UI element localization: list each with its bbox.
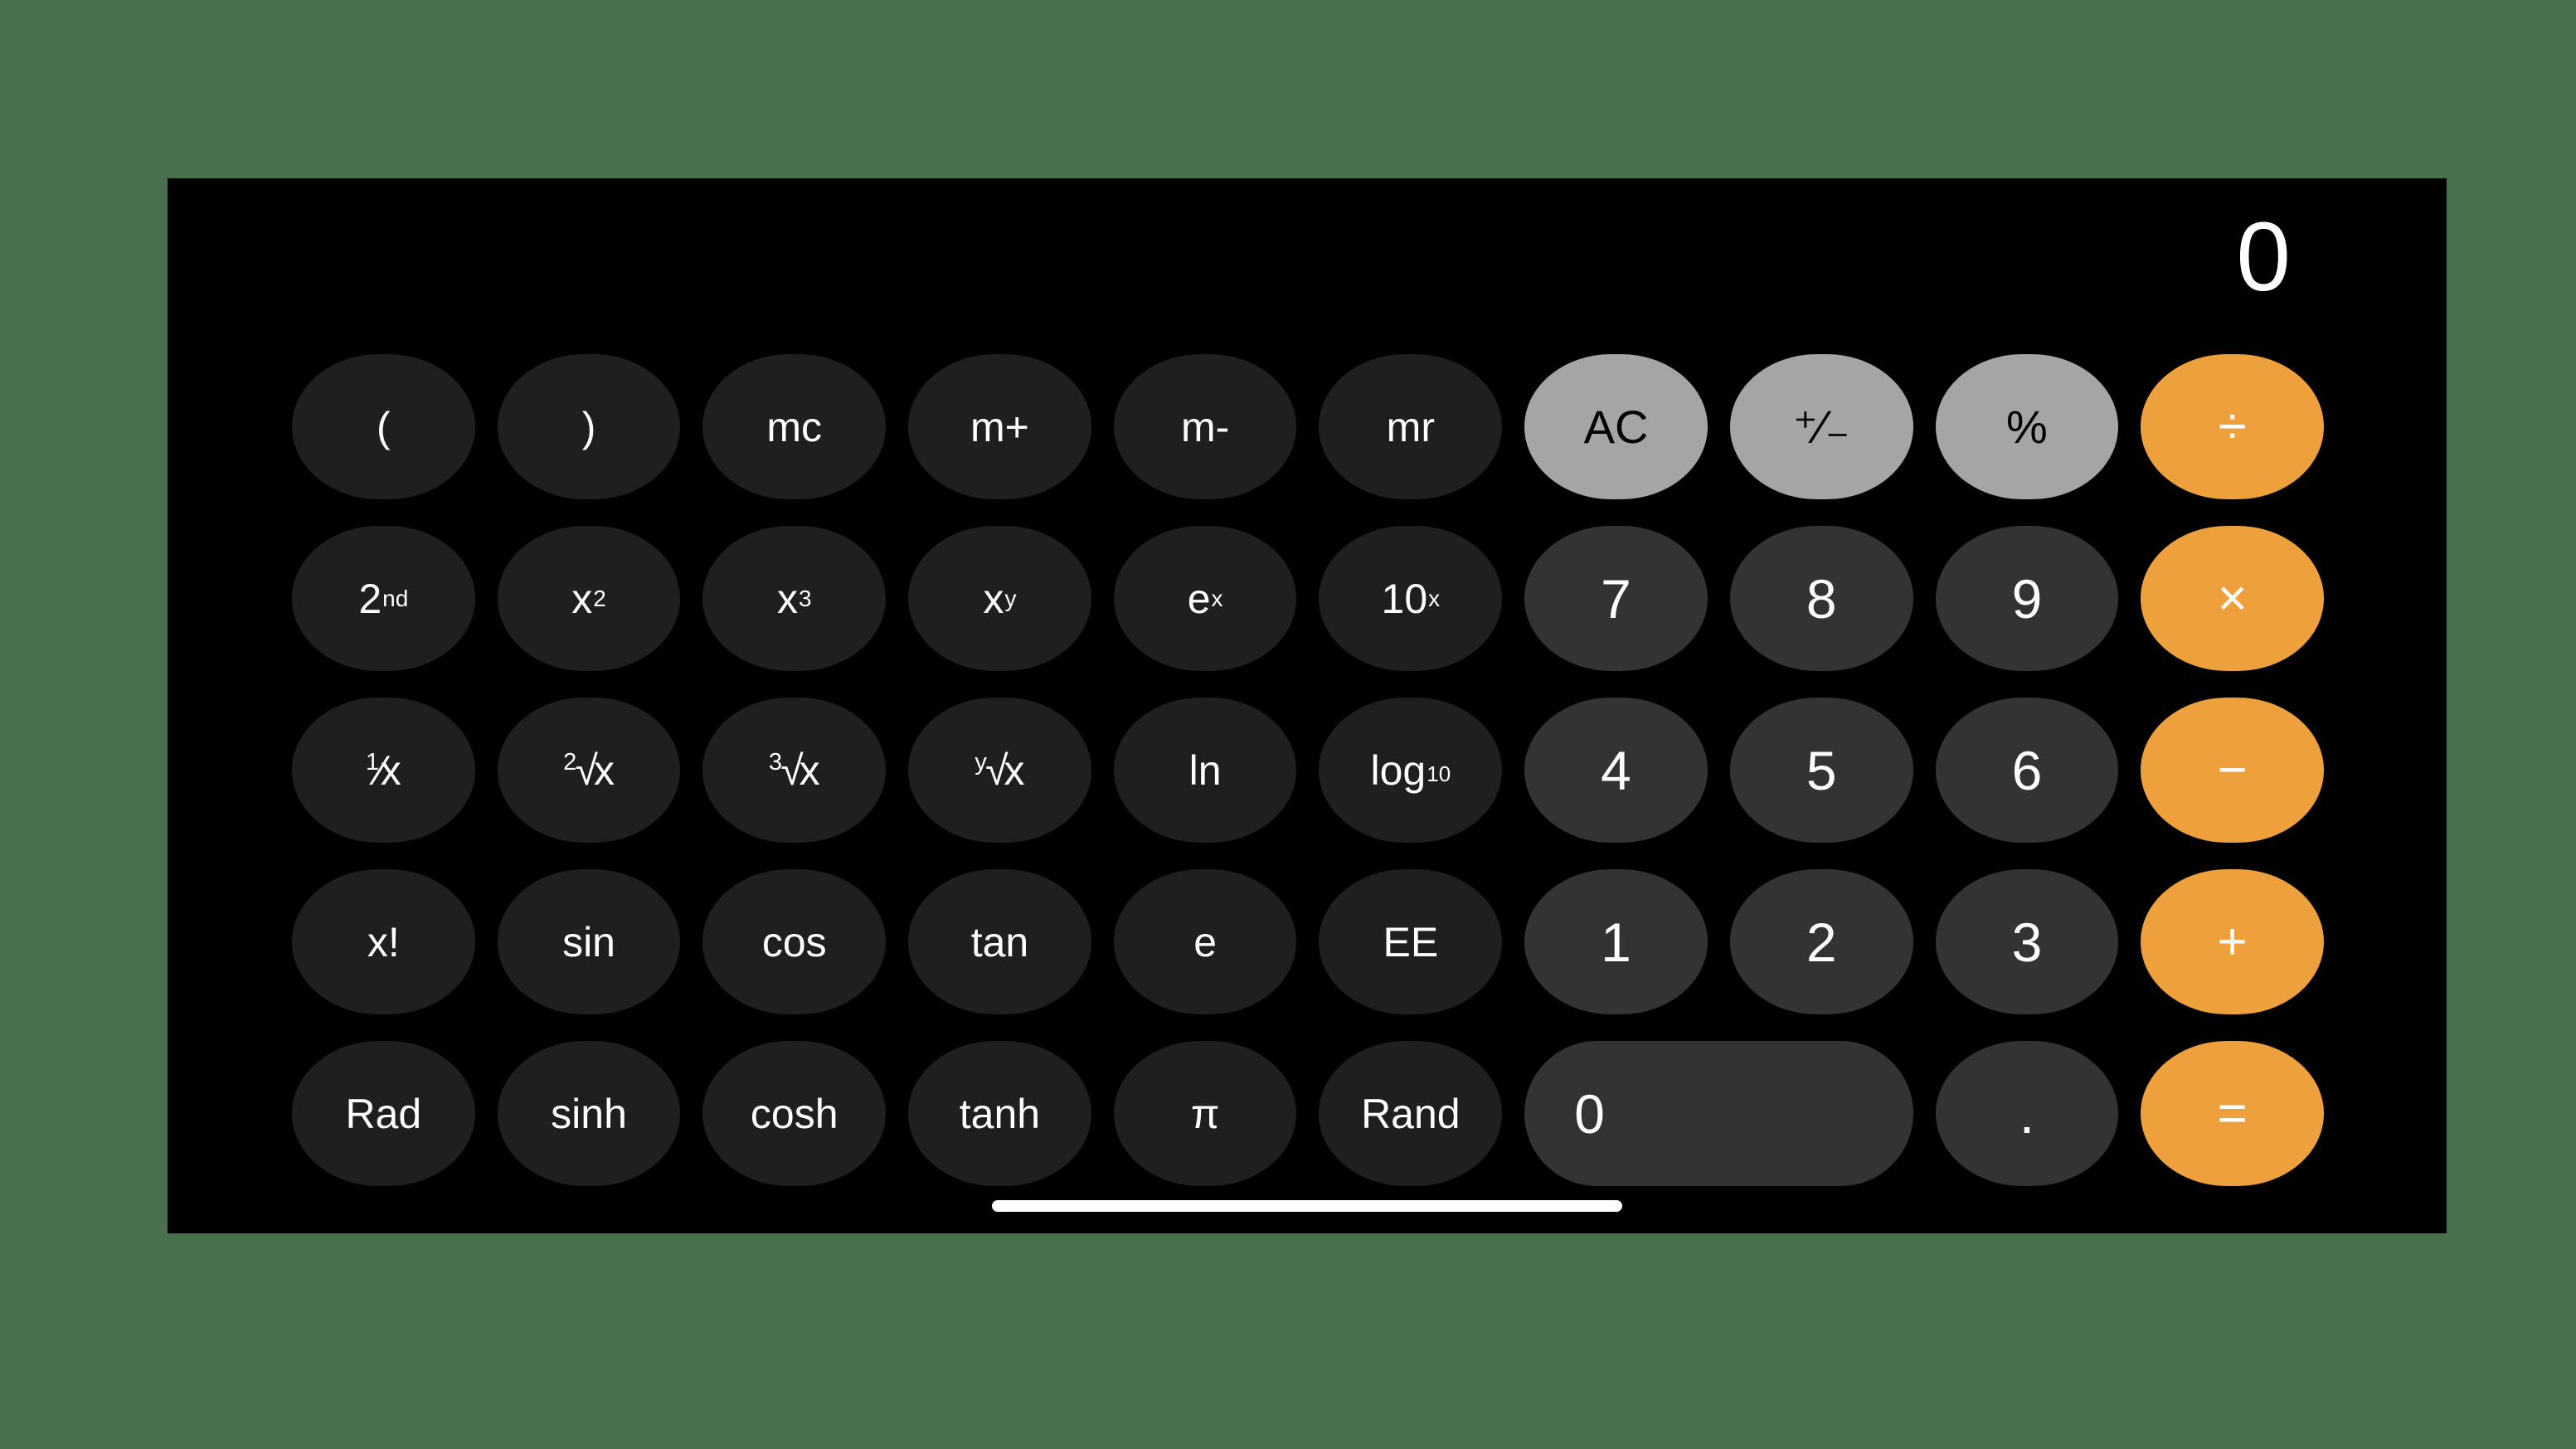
- hyperbolic-cosine-key[interactable]: cosh: [702, 1041, 887, 1186]
- calculator-display[interactable]: 0: [168, 178, 2447, 336]
- home-indicator[interactable]: [992, 1200, 1622, 1212]
- display-value: 0: [2236, 202, 2291, 312]
- ten-to-power-x-key[interactable]: 10 x: [1319, 526, 1503, 671]
- second-function-key[interactable]: 2nd: [292, 526, 475, 671]
- digit-2-key[interactable]: 2: [1729, 869, 1913, 1014]
- all-clear-key[interactable]: AC: [1524, 354, 1708, 499]
- euler-constant-key[interactable]: e: [1113, 869, 1297, 1014]
- subtract-key[interactable]: −: [2141, 698, 2324, 843]
- factorial-key[interactable]: x!: [292, 869, 475, 1014]
- equals-key[interactable]: =: [2141, 1041, 2324, 1186]
- square-root-key[interactable]: 2 √ x: [497, 698, 681, 843]
- cube-root-key[interactable]: 3 √ x: [702, 698, 887, 843]
- random-key[interactable]: Rand: [1319, 1041, 1503, 1186]
- memory-subtract-key[interactable]: m-: [1113, 354, 1297, 499]
- memory-clear-key[interactable]: mc: [702, 354, 887, 499]
- decimal-point-key[interactable]: .: [1935, 1041, 2119, 1186]
- hyperbolic-tangent-key[interactable]: tanh: [908, 1041, 1091, 1186]
- x-squared-key[interactable]: x2: [497, 526, 681, 671]
- reciprocal-key[interactable]: 1 ⁄ x: [292, 698, 475, 843]
- pi-key[interactable]: π: [1113, 1041, 1297, 1186]
- digit-7-key[interactable]: 7: [1524, 526, 1708, 671]
- plus-minus-key[interactable]: ⁺⁄₋: [1729, 354, 1913, 499]
- open-paren-key[interactable]: (: [292, 354, 475, 499]
- digit-0-key[interactable]: 0: [1524, 1041, 1913, 1186]
- percent-key[interactable]: %: [1935, 354, 2119, 499]
- digit-3-key[interactable]: 3: [1935, 869, 2119, 1014]
- radians-toggle-key[interactable]: Rad: [292, 1041, 475, 1186]
- digit-4-key[interactable]: 4: [1524, 698, 1708, 843]
- digit-6-key[interactable]: 6: [1935, 698, 2119, 843]
- digit-9-key[interactable]: 9: [1935, 526, 2119, 671]
- x-cubed-key[interactable]: x3: [702, 526, 887, 671]
- memory-add-key[interactable]: m+: [908, 354, 1091, 499]
- memory-recall-key[interactable]: mr: [1319, 354, 1503, 499]
- multiply-key[interactable]: ×: [2141, 526, 2324, 671]
- cosine-key[interactable]: cos: [702, 869, 887, 1014]
- e-to-power-x-key[interactable]: ex: [1113, 526, 1297, 671]
- digit-5-key[interactable]: 5: [1729, 698, 1913, 843]
- natural-log-key[interactable]: ln: [1113, 698, 1297, 843]
- tangent-key[interactable]: tan: [908, 869, 1091, 1014]
- exponent-entry-key[interactable]: EE: [1319, 869, 1503, 1014]
- digit-8-key[interactable]: 8: [1729, 526, 1913, 671]
- digit-1-key[interactable]: 1: [1524, 869, 1708, 1014]
- sine-key[interactable]: sin: [497, 869, 681, 1014]
- add-key[interactable]: +: [2141, 869, 2324, 1014]
- log-base-10-key[interactable]: log 10: [1319, 698, 1503, 843]
- calculator-keypad: () mc m+ m-mr AC ⁺⁄₋% ÷ 2nd x 2 x 3 x y e x 10 x 7 8 9 × 1 ⁄ x 2 √…: [292, 354, 2324, 1186]
- y-root-key[interactable]: y √ x: [908, 698, 1091, 843]
- hyperbolic-sine-key[interactable]: sinh: [497, 1041, 681, 1186]
- x-to-power-y-key[interactable]: xy: [908, 526, 1091, 671]
- divide-key[interactable]: ÷: [2141, 354, 2324, 499]
- calculator-app-panel: 0 () mc m+ m-mr AC ⁺⁄₋% ÷ 2nd x 2 x 3 x y e x 10 x 7 8 9 × 1 ⁄ x…: [168, 178, 2447, 1233]
- close-paren-key[interactable]: ): [497, 354, 681, 499]
